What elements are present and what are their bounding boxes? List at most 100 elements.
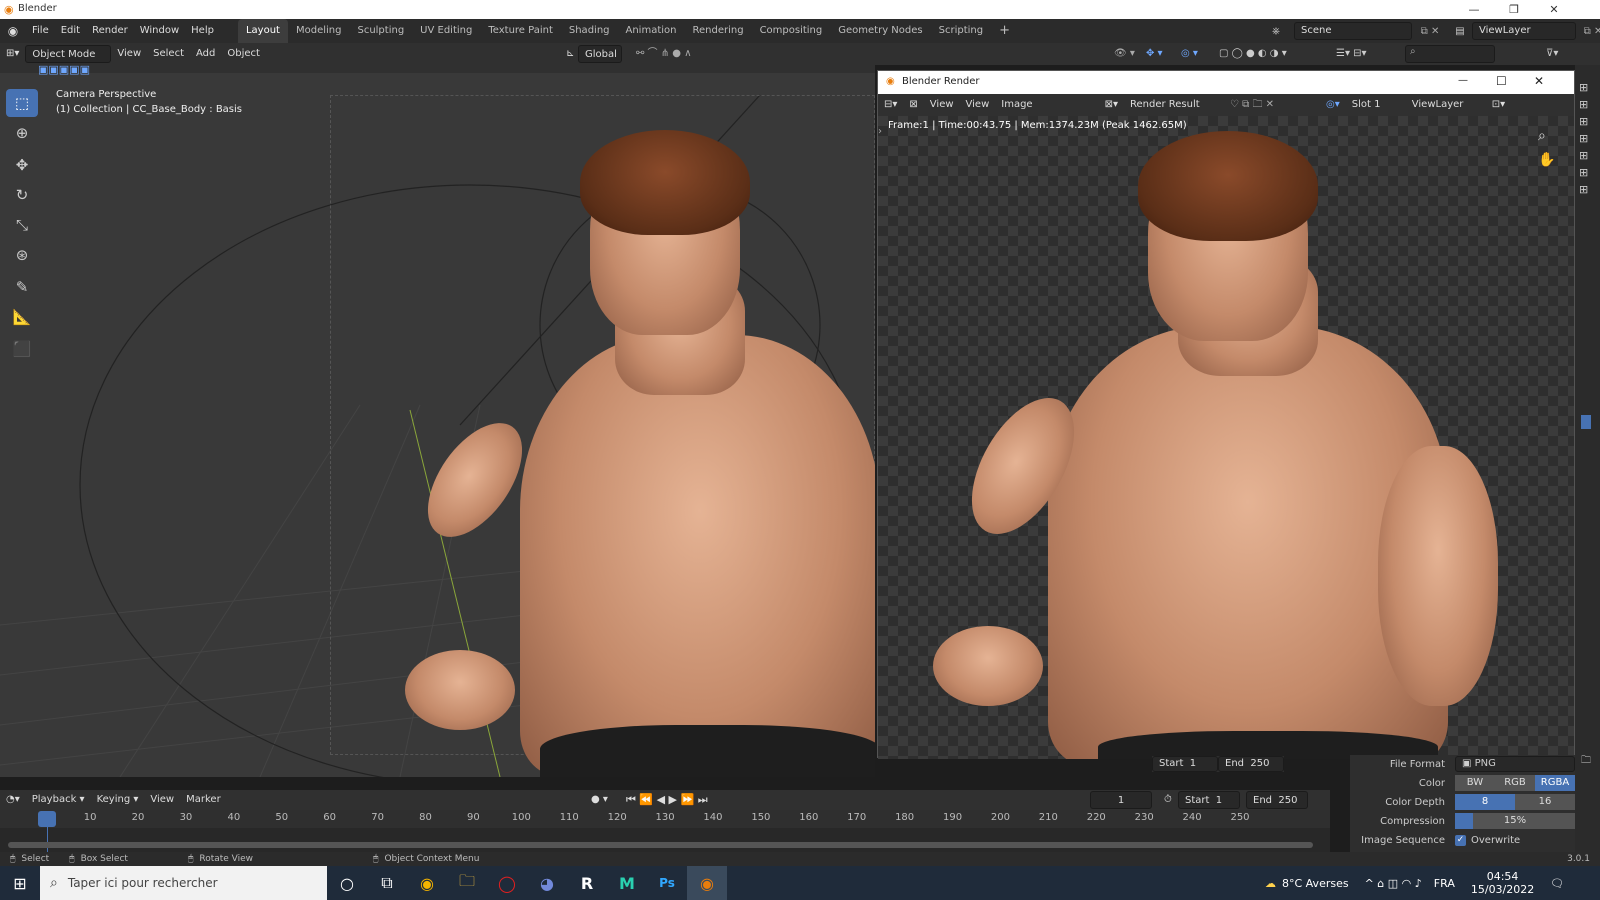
task-view-icon[interactable]: ⧉ [367, 866, 407, 900]
scale-tool-icon[interactable]: ⤡ [6, 211, 38, 239]
windows-start-icon[interactable]: ⊞ [0, 866, 40, 900]
scene-selector[interactable]: Scene [1294, 22, 1412, 40]
output-tab-active[interactable] [1581, 415, 1591, 429]
chrome-icon[interactable]: ◉ [407, 866, 447, 900]
outliner-type-icon[interactable]: ☰▾ ⊟▾ [1330, 45, 1373, 63]
transform-tool-icon[interactable]: ⊛ [6, 241, 38, 269]
cortana-icon[interactable]: ○ [327, 866, 367, 900]
editor-type-icon[interactable]: ⊞▾ [0, 45, 25, 63]
outliner-search-input[interactable]: ⌕ [1405, 45, 1495, 63]
blender-taskbar-icon[interactable]: ◉ [687, 866, 727, 900]
tab-scripting[interactable]: Scripting [931, 19, 991, 43]
image-menu-view[interactable]: View [960, 96, 996, 114]
color-bw-option[interactable]: BW [1455, 775, 1495, 791]
image-overlay-icon[interactable]: ◎▾ [1320, 96, 1346, 114]
timeline-start-field[interactable]: Start 1 [1178, 791, 1240, 809]
image-editor-type-icon[interactable]: ⊟▾ [878, 96, 903, 114]
timeline-marker-menu[interactable]: Marker [180, 791, 227, 809]
image-menu-image[interactable]: Image [995, 96, 1038, 114]
clock[interactable]: 04:54 15/03/2022 [1471, 870, 1534, 896]
sidebar-toggle-icon[interactable]: › [878, 126, 882, 137]
tab-geometry-nodes[interactable]: Geometry Nodes [830, 19, 930, 43]
tab-texture-paint[interactable]: Texture Paint [480, 19, 561, 43]
measure-tool-icon[interactable]: 📐 [6, 303, 38, 331]
view-layer-selector[interactable]: ViewLayer [1472, 22, 1576, 40]
playhead-marker[interactable] [38, 811, 56, 827]
weather-icon[interactable]: ☁ [1265, 877, 1276, 890]
compression-slider[interactable]: 15% [1455, 813, 1575, 829]
render-close-icon[interactable]: ✕ [1534, 74, 1544, 88]
notification-icon[interactable]: 🗨 [1550, 877, 1564, 890]
file-explorer-icon[interactable]: 🗀 [447, 866, 487, 900]
playback-controls-icons[interactable]: ⏮ ⏪ ◀ ▶ ⏩ ⏭ [620, 791, 714, 809]
mode-dropdown[interactable]: Object Mode [25, 45, 112, 63]
tab-modeling[interactable]: Modeling [288, 19, 350, 43]
menu-help[interactable]: Help [185, 19, 220, 43]
3d-viewport[interactable]: ▣▣▣▣▣ ⬚ ⊕ ✥ ↻ ⤡ ⊛ ✎ 📐 ⬛ Camera Perspecti… [0, 65, 875, 777]
color-rgb-option[interactable]: RGB [1495, 775, 1535, 791]
tab-animation[interactable]: Animation [618, 19, 685, 43]
new-scene-icon[interactable]: ⧉ ✕ [1412, 26, 1448, 37]
select-box-tool-icon[interactable]: ⬚ [6, 89, 38, 117]
depth-8-option[interactable]: 8 [1455, 794, 1515, 810]
timeline[interactable]: 1102030405060708090100110120130140150160… [0, 810, 1330, 852]
menu-object[interactable]: Object [221, 45, 266, 63]
m-app-icon[interactable]: M [607, 866, 647, 900]
preview-range-icon[interactable]: ⏱ [1158, 791, 1178, 809]
opera-icon[interactable]: ◯ [487, 866, 527, 900]
taskbar-search-box[interactable]: ⌕ Taper ici pour rechercher [40, 866, 327, 900]
tab-rendering[interactable]: Rendering [684, 19, 751, 43]
image-browse-icon[interactable]: ⊠▾ [1099, 96, 1124, 114]
minimize-icon[interactable]: — [1455, 1, 1493, 18]
menu-file[interactable]: File [26, 19, 55, 43]
tab-uv-editing[interactable]: UV Editing [412, 19, 480, 43]
zoom-icon[interactable]: ⌕ [1538, 128, 1546, 144]
image-actions-icon[interactable]: ♡ ⧉ 🗀 ✕ [1224, 96, 1280, 114]
photoshop-icon[interactable]: Ps [647, 866, 687, 900]
character-model[interactable] [405, 105, 875, 777]
menu-add[interactable]: Add [190, 45, 221, 63]
image-view-mode-dropdown[interactable]: View [924, 96, 960, 114]
tab-sculpting[interactable]: Sculpting [349, 19, 412, 43]
r-app-icon[interactable]: R [567, 866, 607, 900]
add-workspace-icon[interactable]: + [991, 19, 1018, 43]
frame-start-mini[interactable]: Start 1 [1152, 756, 1218, 772]
gizmo-icon[interactable]: ✥ ▾ [1140, 45, 1169, 63]
cursor-tool-icon[interactable]: ⊕ [6, 119, 38, 147]
menu-window[interactable]: Window [134, 19, 185, 43]
timeline-ruler[interactable]: 1102030405060708090100110120130140150160… [0, 810, 1330, 828]
overwrite-checkbox[interactable]: ✓ [1455, 834, 1466, 846]
properties-tabs-icons[interactable]: ⊞ ⊞ ⊞ ⊞ ⊞ ⊞ ⊞ [1579, 79, 1588, 198]
playback-menu[interactable]: Playback ▾ [26, 791, 91, 809]
filter-icon[interactable]: ⊽▾ [1540, 45, 1564, 63]
add-cube-tool-icon[interactable]: ⬛ [6, 335, 38, 363]
auto-keying-icon[interactable]: ● ▾ [585, 791, 614, 809]
tab-compositing[interactable]: Compositing [752, 19, 831, 43]
timeline-view-menu[interactable]: View [144, 791, 180, 809]
timeline-scrollbar[interactable] [8, 842, 1313, 848]
weather-text[interactable]: 8°C Averses [1282, 877, 1349, 890]
tab-layout[interactable]: Layout [237, 19, 288, 43]
discord-icon[interactable]: ◕ [527, 866, 567, 900]
view-layer-icon[interactable]: ▤ [1448, 26, 1472, 37]
overlay-icon[interactable]: ◎ ▾ [1175, 45, 1204, 63]
tray-icons[interactable]: ^ ⌂ ◫ ◠ ♪ [1365, 877, 1422, 890]
render-result-canvas[interactable]: Frame:1 | Time:00:43.75 | Mem:1374.23M (… [878, 116, 1574, 759]
timeline-editor-icon[interactable]: ◔▾ [0, 791, 26, 809]
render-window[interactable]: ◉ Blender Render — ☐ ✕ ⊟▾ ⊠ View View Im… [877, 70, 1575, 759]
render-view-layer-dropdown[interactable]: ViewLayer [1406, 96, 1486, 114]
visibility-icon[interactable]: 👁 ▾ [1108, 45, 1141, 63]
new-view-layer-icon[interactable]: ⧉ ✕ [1576, 26, 1600, 37]
move-tool-icon[interactable]: ✥ [6, 151, 38, 179]
current-frame-field[interactable]: 1 [1090, 791, 1152, 809]
slot-dropdown[interactable]: Slot 1 [1346, 96, 1406, 114]
image-view-mode-icon[interactable]: ⊠ [903, 96, 923, 114]
blender-menu-icon[interactable]: ◉ [0, 24, 26, 38]
color-rgba-option[interactable]: RGBA [1535, 775, 1575, 791]
render-maximize-icon[interactable]: ☐ [1496, 74, 1507, 88]
language-indicator[interactable]: FRA [1434, 877, 1455, 890]
folder-icon[interactable]: 🗀 [1581, 753, 1591, 770]
keying-menu[interactable]: Keying ▾ [91, 791, 145, 809]
orientation-dropdown[interactable]: Global [578, 45, 622, 63]
rotate-tool-icon[interactable]: ↻ [6, 181, 38, 209]
